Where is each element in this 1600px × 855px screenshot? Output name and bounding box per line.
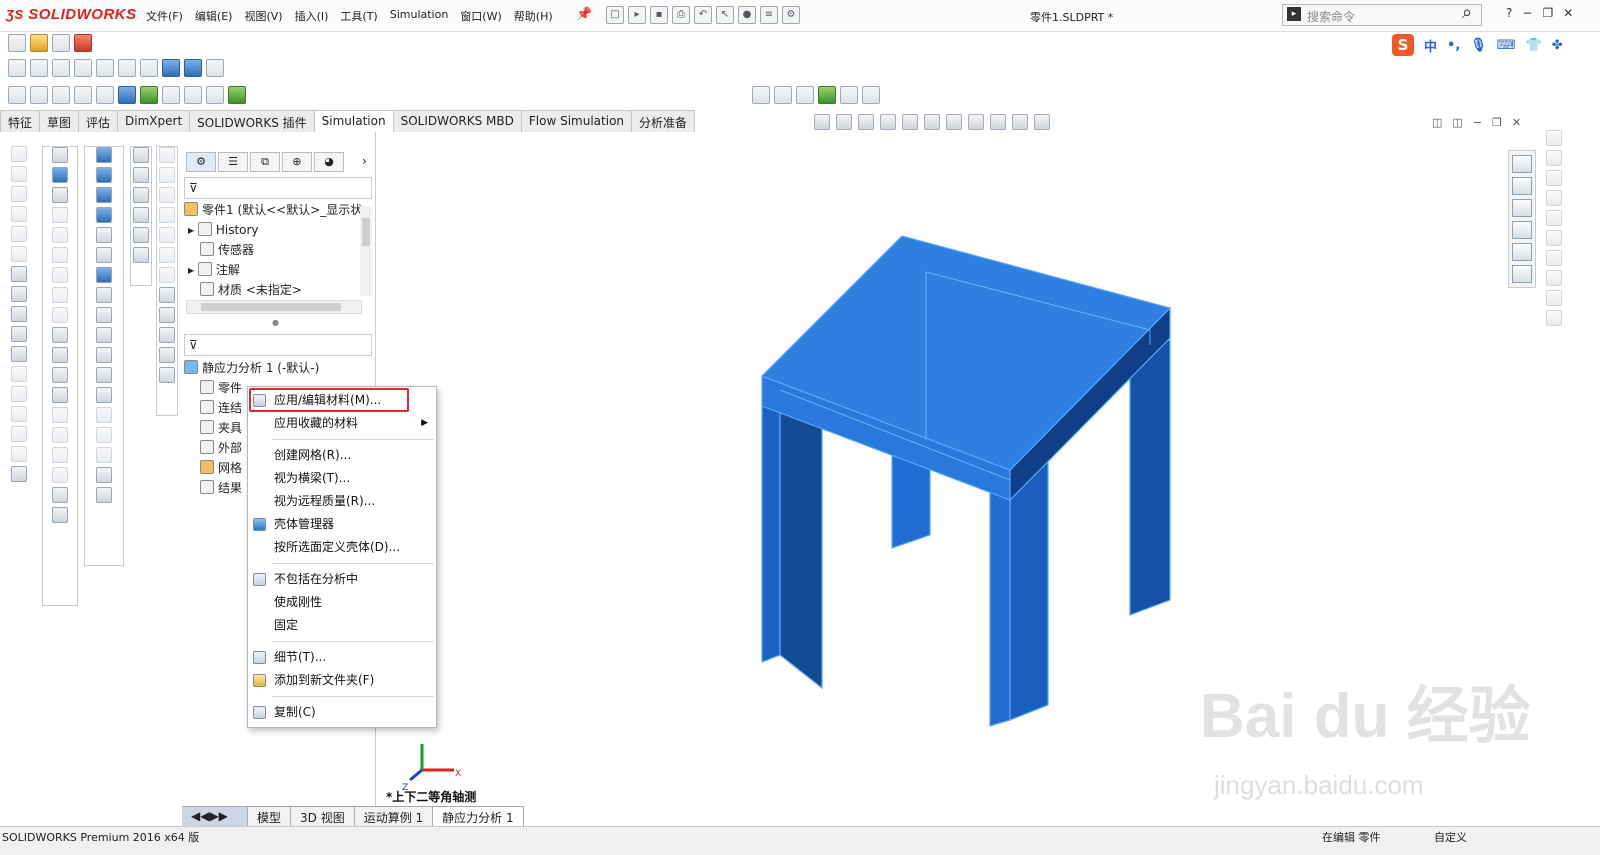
leg-back-right: [1129, 339, 1171, 616]
menu-separator: [272, 696, 434, 697]
status-product: SOLIDWORKS Premium 2016 x64 版: [2, 831, 200, 844]
menu-item-create-mesh[interactable]: 创建网格(R)...: [248, 444, 436, 467]
tab-static-study[interactable]: 静应力分析 1: [433, 807, 524, 827]
status-editing: 在编辑 零件: [1322, 831, 1381, 844]
menu-item-apply-favorite-material[interactable]: 应用收藏的材料 ▶: [248, 412, 436, 435]
menu-item-exclude-from-analysis[interactable]: 不包括在分析中: [248, 568, 436, 591]
watermark-url: jingyan.baidu.com: [1214, 770, 1424, 800]
status-bar: SOLIDWORKS Premium 2016 x64 版 在编辑 零件 自定义: [0, 826, 1600, 855]
menu-separator: [272, 563, 434, 564]
view-orientation-label: *上下二等角轴测: [386, 790, 477, 804]
watermark-logo: Bai du 经验: [1200, 682, 1531, 751]
tab-scroll-buttons[interactable]: ◀◀▶▶: [182, 807, 248, 827]
menu-item-define-shell[interactable]: 按所选面定义壳体(D)...: [248, 536, 436, 559]
menu-item-treat-as-remote-mass[interactable]: 视为远程质量(R)...: [248, 490, 436, 513]
menu-separator: [272, 439, 434, 440]
menu-item-treat-as-beam[interactable]: 视为横梁(T)...: [248, 467, 436, 490]
status-custom[interactable]: 自定义: [1434, 829, 1467, 845]
stool-model: [760, 235, 1172, 727]
menu-item-details[interactable]: 细节(T)...: [248, 646, 436, 669]
context-menu: 应用/编辑材料(M)... 应用收藏的材料 ▶ 创建网格(R)... 视为横梁(T…: [247, 386, 437, 728]
highlight-box: [249, 388, 409, 412]
menu-item-fix[interactable]: 固定: [248, 614, 436, 637]
menu-separator: [272, 641, 434, 642]
copy-icon: [253, 706, 266, 719]
leg-front-left-front: [761, 376, 781, 663]
submenu-arrow-icon: ▶: [421, 418, 428, 428]
tabletop: [760, 235, 1172, 471]
shell-icon: [253, 518, 266, 531]
menu-item-add-to-folder[interactable]: 添加到新文件夹(F): [248, 669, 436, 692]
tab-motion-study[interactable]: 运动算例 1: [354, 807, 434, 827]
menu-item-shell-manager[interactable]: 壳体管理器: [248, 513, 436, 536]
tab-3d-view[interactable]: 3D 视图: [291, 807, 355, 827]
bottom-tabs: ◀◀▶▶ 模型 3D 视图 运动算例 1 静应力分析 1: [182, 806, 524, 827]
svg-text:X: X: [455, 769, 461, 779]
exclude-icon: [253, 573, 266, 586]
folder-icon: [253, 674, 266, 687]
triad: X Z: [402, 744, 461, 793]
tab-model[interactable]: 模型: [248, 807, 292, 827]
leg-front-right-face: [989, 459, 1011, 727]
menu-item-copy[interactable]: 复制(C): [248, 701, 436, 724]
menu-item-make-rigid[interactable]: 使成刚性: [248, 591, 436, 614]
details-icon: [253, 651, 266, 664]
